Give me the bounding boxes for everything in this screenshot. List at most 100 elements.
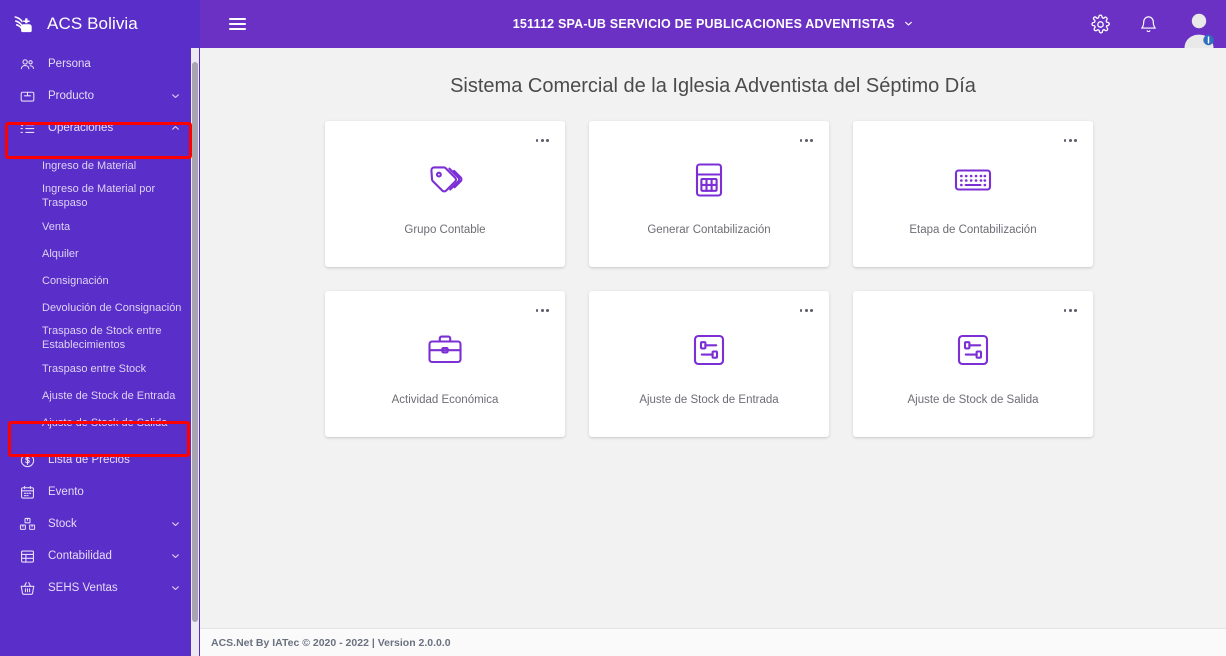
- more-options-icon[interactable]: [799, 139, 813, 142]
- sidebar-subitem-ingreso-de-material[interactable]: Ingreso de Material: [0, 152, 200, 179]
- sidebar-subitem-label: Ingreso de Material por Traspaso: [42, 183, 156, 209]
- sidebar-item-operaciones[interactable]: Operaciones: [0, 112, 200, 144]
- box-icon: [19, 88, 36, 105]
- card-label: Etapa de Contabilización: [909, 223, 1037, 236]
- sidebar-subitem-traspaso-entre-stock[interactable]: Traspaso entre Stock: [0, 355, 200, 382]
- org-title: 151112 SPA-UB SERVICIO DE PUBLICACIONES …: [512, 17, 895, 32]
- tags-icon: [423, 157, 467, 203]
- sidebar-subitem-traspaso-de-stock-entre-establecimientos[interactable]: Traspaso de Stock entre Establecimientos: [0, 321, 200, 355]
- sidebar-item-lista-de-precios[interactable]: Lista de Precios: [0, 444, 200, 476]
- sidebar-item-label: Contabilidad: [48, 550, 112, 562]
- sidebar-scrollbar-thumb[interactable]: [192, 62, 198, 622]
- sidebar-subitem-label: Ingreso de Material: [42, 159, 137, 172]
- brand-logo-area[interactable]: ACS Bolivia: [0, 0, 200, 48]
- basket-icon: [19, 580, 36, 597]
- card-generar-contabilizacion[interactable]: Generar Contabilización: [589, 121, 829, 267]
- sidebar-item-label: Stock: [48, 518, 77, 530]
- boxes-icon: [19, 516, 36, 533]
- chevron-up-icon: [171, 124, 180, 133]
- sidebar-item-label: Producto: [48, 90, 95, 102]
- keyboard-icon: [951, 157, 995, 203]
- bell-icon[interactable]: [1124, 0, 1172, 48]
- more-options-icon[interactable]: [799, 309, 813, 312]
- org-selector-button[interactable]: 151112 SPA-UB SERVICIO DE PUBLICACIONES …: [513, 15, 914, 33]
- people-icon: [19, 56, 36, 73]
- sidebar-item-sehs-ventas[interactable]: SEHS Ventas: [0, 572, 200, 604]
- sliders-square-icon: [951, 327, 995, 373]
- calculator-icon: [687, 157, 731, 203]
- sidebar-subitem-label: Ajuste de Stock de Salida: [42, 416, 168, 429]
- sidebar-subitem-devolucion-de-consignacion[interactable]: Devolución de Consignación: [0, 294, 200, 321]
- org-selector: 151112 SPA-UB SERVICIO DE PUBLICACIONES …: [200, 0, 1226, 48]
- card-label: Ajuste de Stock de Salida: [907, 393, 1039, 406]
- sidebar-subitem-ingreso-de-material-por-traspaso[interactable]: Ingreso de Material por Traspaso: [0, 179, 200, 213]
- more-options-icon[interactable]: [1063, 139, 1077, 142]
- chevron-down-icon: [171, 92, 180, 101]
- more-options-icon[interactable]: [1063, 309, 1077, 312]
- more-options-icon[interactable]: [535, 139, 549, 142]
- card-grid: Grupo Contable Generar Contabilización E…: [325, 121, 1101, 437]
- sidebar-item-stock[interactable]: Stock: [0, 508, 200, 540]
- checklist-icon: [19, 120, 36, 137]
- hamburger-lines: [228, 15, 246, 33]
- content-area: Sistema Comercial de la Iglesia Adventis…: [200, 48, 1226, 628]
- sidebar-subitem-label: Devolución de Consignación: [42, 301, 182, 314]
- sidebar-item-label: Operaciones: [48, 122, 114, 134]
- top-bar: 151112 SPA-UB SERVICIO DE PUBLICACIONES …: [200, 0, 1226, 48]
- chevron-down-icon: [904, 15, 913, 33]
- sidebar-subitem-label: Alquiler: [42, 247, 79, 260]
- sidebar-subitem-venta[interactable]: Venta: [0, 213, 200, 240]
- card-label: Grupo Contable: [404, 223, 486, 236]
- sidebar: ACS Bolivia Persona Producto Operaciones…: [0, 0, 200, 656]
- more-options-icon[interactable]: [535, 309, 549, 312]
- sidebar-subitem-ajuste-de-stock-de-entrada[interactable]: Ajuste de Stock de Entrada: [0, 382, 200, 409]
- user-avatar-icon[interactable]: [1172, 0, 1226, 48]
- briefcase-icon: [423, 327, 467, 373]
- card-ajuste-de-stock-de-entrada[interactable]: Ajuste de Stock de Entrada: [589, 291, 829, 437]
- sidebar-subitem-label: Consignación: [42, 274, 109, 287]
- sidebar-item-label: Persona: [48, 58, 91, 70]
- sidebar-item-label: Evento: [48, 486, 84, 498]
- sidebar-item-evento[interactable]: Evento: [0, 476, 200, 508]
- dollar-circle-icon: [19, 452, 36, 469]
- card-actividad-economica[interactable]: Actividad Económica: [325, 291, 565, 437]
- gear-icon[interactable]: [1076, 0, 1124, 48]
- sidebar-subitem-label: Traspaso entre Stock: [42, 362, 147, 375]
- brand-name: ACS Bolivia: [47, 14, 138, 33]
- sidebar-item-contabilidad[interactable]: Contabilidad: [0, 540, 200, 572]
- card-label: Actividad Económica: [391, 393, 499, 406]
- sidebar-subitem-ajuste-de-stock-de-salida[interactable]: Ajuste de Stock de Salida: [0, 409, 200, 436]
- footer-text: ACS.Net By IATec © 2020 - 2022 | Version…: [211, 636, 451, 649]
- acs-flame-logo-icon: [12, 11, 38, 37]
- sidebar-subitem-alquiler[interactable]: Alquiler: [0, 240, 200, 267]
- card-grupo-contable[interactable]: Grupo Contable: [325, 121, 565, 267]
- chevron-down-icon: [171, 584, 180, 593]
- sidebar-item-label: SEHS Ventas: [48, 582, 118, 594]
- page-title: Sistema Comercial de la Iglesia Adventis…: [450, 75, 976, 97]
- chevron-down-icon: [171, 552, 180, 561]
- sidebar-item-label: Lista de Precios: [48, 454, 130, 466]
- sidebar-item-producto[interactable]: Producto: [0, 80, 200, 112]
- sidebar-subitem-label: Venta: [42, 220, 71, 233]
- card-etapa-de-contabilizacion[interactable]: Etapa de Contabilización: [853, 121, 1093, 267]
- sidebar-item-persona[interactable]: Persona: [0, 48, 200, 80]
- sidebar-scroll-area: Persona Producto Operaciones Ingreso de …: [0, 48, 200, 656]
- card-ajuste-de-stock-de-salida[interactable]: Ajuste de Stock de Salida: [853, 291, 1093, 437]
- sidebar-subitem-label: Ajuste de Stock de Entrada: [42, 389, 176, 402]
- chevron-down-icon: [171, 520, 180, 529]
- sidebar-scrollbar-track[interactable]: [191, 48, 199, 656]
- main-area: 151112 SPA-UB SERVICIO DE PUBLICACIONES …: [200, 0, 1226, 656]
- top-bar-actions: [1076, 0, 1226, 48]
- calendar-icon: [19, 484, 36, 501]
- app-root: ACS Bolivia Persona Producto Operaciones…: [0, 0, 1226, 656]
- hamburger-icon[interactable]: [214, 0, 260, 48]
- sidebar-subitem-label: Traspaso de Stock entre Establecimientos: [42, 325, 162, 351]
- sidebar-subitem-consignacion[interactable]: Consignación: [0, 267, 200, 294]
- card-label: Generar Contabilización: [647, 223, 771, 236]
- sliders-square-icon: [687, 327, 731, 373]
- ledger-icon: [19, 548, 36, 565]
- card-label: Ajuste de Stock de Entrada: [639, 393, 779, 406]
- footer: ACS.Net By IATec © 2020 - 2022 | Version…: [200, 628, 1226, 656]
